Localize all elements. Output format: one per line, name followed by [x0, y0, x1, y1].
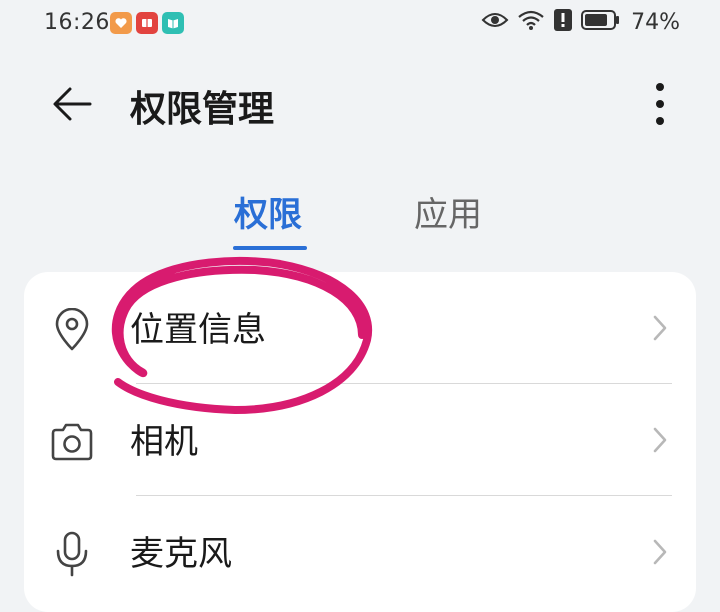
- list-item-location[interactable]: 位置信息: [24, 272, 696, 384]
- book-app-icon: [136, 12, 158, 34]
- status-time: 16:26: [44, 10, 110, 35]
- back-button[interactable]: [48, 82, 96, 130]
- location-pin-icon: [48, 306, 96, 354]
- tab-bar: 权限 应用: [0, 190, 720, 260]
- active-tab-indicator: [233, 246, 307, 250]
- list-item-label: 位置信息: [130, 310, 266, 350]
- list-item-microphone[interactable]: 麦克风: [24, 496, 696, 608]
- camera-icon: [48, 418, 96, 466]
- eye-icon: [481, 10, 509, 34]
- chevron-right-icon: [650, 536, 670, 568]
- tab-apps[interactable]: 应用: [414, 190, 482, 246]
- alert-icon: [553, 8, 573, 36]
- battery-icon: [581, 9, 621, 35]
- page-title: 权限管理: [130, 89, 275, 130]
- status-bar: 16:26 74%: [0, 0, 720, 48]
- reader-app-icon: [162, 12, 184, 34]
- list-item-label: 麦克风: [130, 534, 232, 574]
- battery-level: 74%: [631, 9, 680, 35]
- arrow-left-icon: [50, 84, 94, 128]
- more-options-button[interactable]: [640, 80, 680, 132]
- list-item-label: 相机: [130, 422, 198, 462]
- microphone-icon: [48, 530, 96, 578]
- more-vertical-icon: [655, 82, 665, 130]
- chevron-right-icon: [650, 424, 670, 456]
- list-item-camera[interactable]: 相机: [24, 384, 696, 496]
- chevron-right-icon: [650, 312, 670, 344]
- status-indicators: 74%: [481, 8, 680, 36]
- permission-list: 位置信息 相机 麦克风: [24, 272, 696, 612]
- wifi-icon: [517, 9, 545, 35]
- tab-permissions[interactable]: 权限: [234, 190, 302, 246]
- heart-app-icon: [110, 12, 132, 34]
- notification-badges: [110, 12, 184, 34]
